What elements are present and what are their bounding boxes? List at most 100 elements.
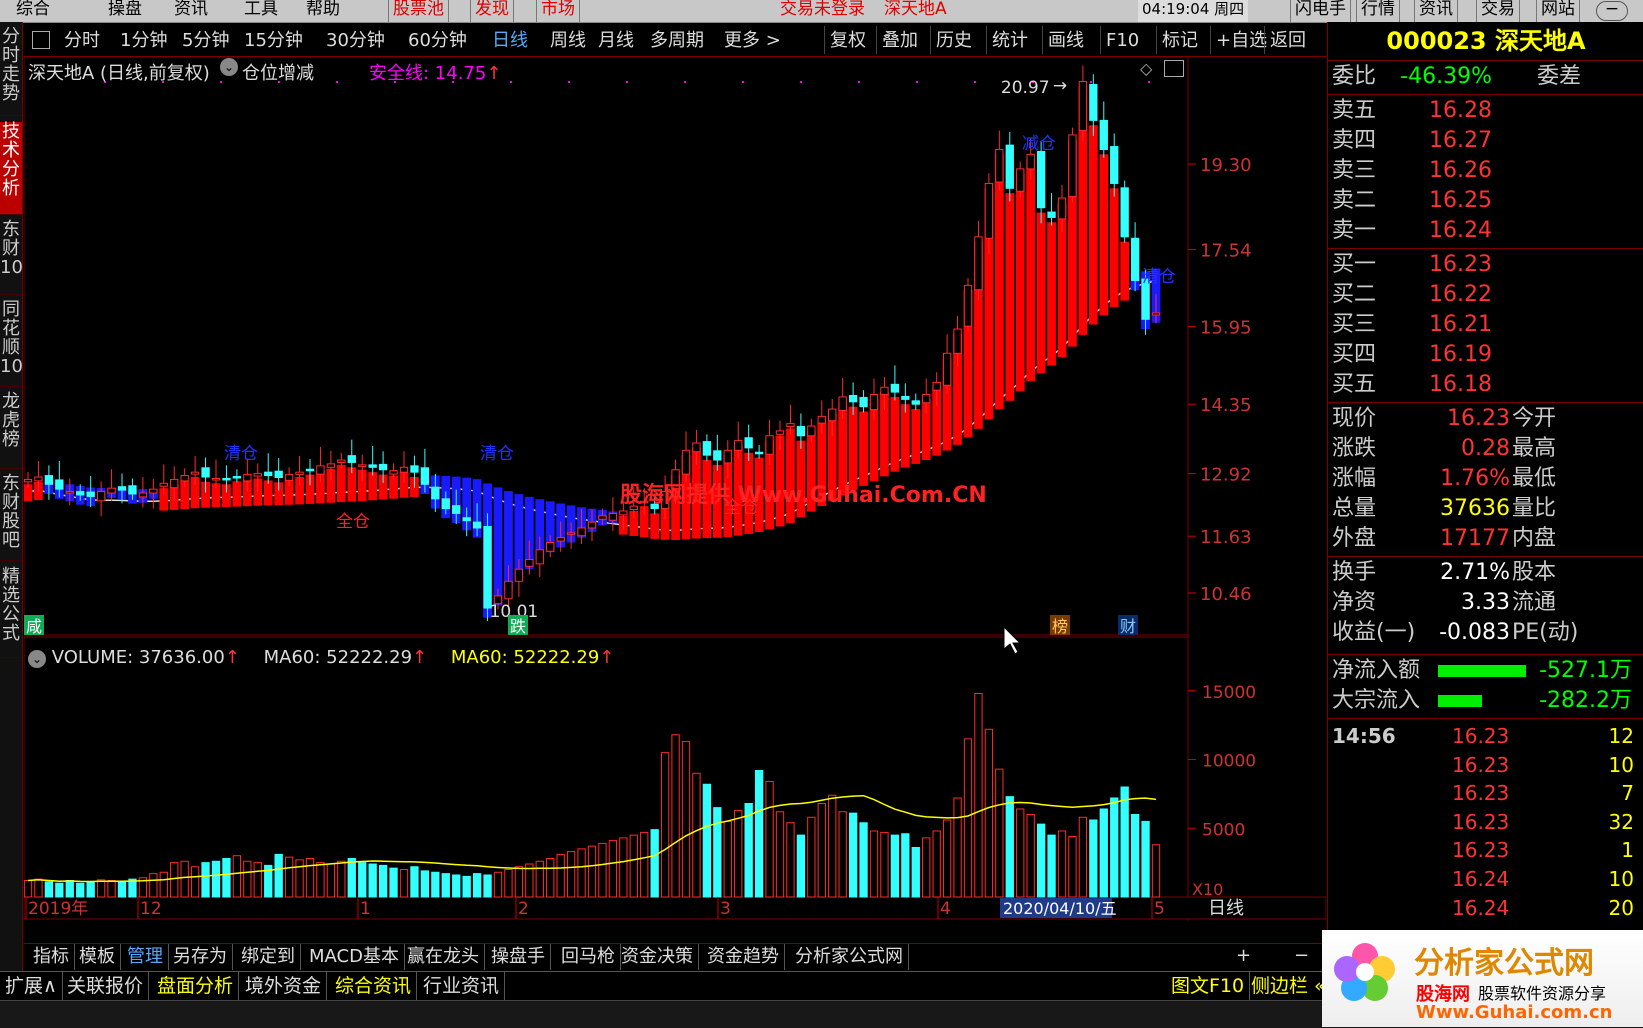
sell-price: 16.26	[1429, 158, 1492, 183]
toolbar-action-7[interactable]: +自选	[1216, 28, 1267, 54]
formula-tab-3[interactable]: 另存为	[168, 944, 233, 970]
formula-tab-6[interactable]: 赢在龙头	[402, 944, 485, 970]
menu-0[interactable]: 综合	[12, 0, 54, 22]
menu-right-4[interactable]: 网站	[1536, 0, 1580, 22]
toolbar-action-6[interactable]: 标记	[1162, 28, 1198, 54]
toolbar-action-4[interactable]: 画线	[1048, 28, 1084, 54]
buy-level[interactable]: 买一 16.23	[1332, 250, 1632, 280]
login-status[interactable]: 交易未登录	[776, 0, 869, 22]
volume-bar	[577, 848, 586, 898]
formula-tab-5[interactable]: MACD基本	[304, 944, 405, 970]
position-band-bar	[1088, 125, 1098, 325]
chevron-down-icon[interactable]: ⌄	[220, 58, 238, 76]
buy-level[interactable]: 买四 16.19	[1332, 340, 1632, 370]
menu-right-3[interactable]: 交易	[1476, 0, 1520, 22]
side-action-0[interactable]: 图文F10	[1166, 972, 1251, 1000]
info-tab-4[interactable]: 综合资讯	[330, 972, 418, 1000]
sell-level[interactable]: 卖二 16.25	[1332, 186, 1632, 216]
period-tab-6[interactable]: 日线	[492, 28, 528, 54]
left-tab-6[interactable]: 精选公式	[0, 567, 22, 658]
menu-red-2[interactable]: 市场	[536, 0, 580, 22]
zoom-in-button[interactable]: +	[1236, 945, 1251, 966]
left-tab-4[interactable]: 龙虎榜	[0, 392, 22, 469]
candle-body	[368, 464, 377, 468]
volume-bar	[702, 783, 712, 898]
menu-1[interactable]: 操盘	[104, 0, 146, 22]
toolbar-action-1[interactable]: 叠加	[882, 28, 918, 54]
period-tab-9[interactable]: 多周期	[650, 28, 704, 54]
toolbar-action-3[interactable]: 统计	[992, 28, 1028, 54]
left-tab-5[interactable]: 东财股吧	[0, 474, 22, 561]
info-tab-2[interactable]: 盘面分析	[152, 972, 240, 1000]
info-tab-3[interactable]: 境外资金	[240, 972, 328, 1000]
period-tab-5[interactable]: 60分钟	[408, 28, 467, 54]
left-tab-2[interactable]: 东财10	[0, 220, 23, 295]
position-annotation: 减仓	[1022, 134, 1056, 154]
period-tab-7[interactable]: 周线	[550, 28, 586, 54]
position-band-bar	[994, 154, 1004, 410]
period-tab-1[interactable]: 1分钟	[120, 28, 167, 54]
period-tab-3[interactable]: 15分钟	[244, 28, 303, 54]
stock-header: 000023 深天地A	[1328, 24, 1643, 58]
side-action-1[interactable]: 侧边栏 «	[1246, 972, 1332, 1000]
safety-dot	[684, 81, 686, 83]
volume-bar	[253, 862, 262, 898]
menu-right-0[interactable]: 闪电手	[1290, 0, 1351, 22]
period-tab-2[interactable]: 5分钟	[182, 28, 229, 54]
formula-tab-7[interactable]: 操盘手	[486, 944, 551, 970]
menu-4[interactable]: 帮助	[302, 0, 344, 22]
candle-body	[546, 542, 555, 552]
toolbar-action-8[interactable]: 返回	[1270, 28, 1306, 54]
formula-tab-9[interactable]: 资金决策	[616, 944, 699, 970]
toolbar-action-5[interactable]: F10	[1106, 28, 1139, 54]
diamond-icon[interactable]: ◇	[1140, 59, 1152, 78]
info-tab-0[interactable]: 扩展∧	[0, 972, 63, 1000]
formula-tab-10[interactable]: 资金趋势	[702, 944, 785, 970]
kline-chart-area[interactable]: 19.30 17.54 15.95 14.35 12.92 11.63 10.46 15000…	[24, 57, 1326, 921]
menu-3[interactable]: 工具	[240, 0, 282, 22]
volume-bar	[431, 871, 440, 898]
zoom-out-button[interactable]: −	[1294, 945, 1309, 966]
menu-right-1[interactable]: 行情	[1356, 0, 1400, 22]
menu-right-2[interactable]: 资讯	[1414, 0, 1458, 22]
buy-level[interactable]: 买五 16.18	[1332, 370, 1632, 400]
toolbar-action-2[interactable]: 历史	[936, 28, 972, 54]
buy-level[interactable]: 买二 16.22	[1332, 280, 1632, 310]
window-toggle-icon[interactable]	[32, 31, 50, 49]
period-tab-10[interactable]: 更多 >	[724, 28, 781, 54]
sell-level[interactable]: 卖三 16.26	[1332, 156, 1632, 186]
minimize-icon[interactable]: −	[1596, 1, 1628, 21]
tick-row: 16.24 10	[1332, 865, 1638, 893]
tick-row: 16.23 1	[1332, 836, 1638, 864]
formula-tab-2[interactable]: 管理	[122, 944, 169, 970]
left-tab-0[interactable]: 分时走势	[0, 27, 22, 116]
formula-tab-0[interactable]: 指标	[28, 944, 75, 970]
sell-level[interactable]: 卖五 16.28	[1332, 96, 1632, 126]
chart-title: 深天地A (日线,前复权)	[28, 63, 210, 84]
info-tab-5[interactable]: 行业资讯	[418, 972, 506, 1000]
period-tab-8[interactable]: 月线	[598, 28, 634, 54]
toolbar-action-0[interactable]: 复权	[830, 28, 866, 54]
info-tab-1[interactable]: 关联报价	[62, 972, 150, 1000]
volume-bar	[1068, 836, 1077, 898]
volume-bar	[378, 864, 388, 898]
left-tab-1[interactable]: 技术分析	[0, 122, 22, 215]
candle-body	[953, 328, 962, 354]
sell-level[interactable]: 卖一 16.24	[1332, 216, 1632, 246]
buy-level[interactable]: 买三 16.21	[1332, 310, 1632, 340]
formula-tab-8[interactable]: 回马枪	[556, 944, 621, 970]
menu-red-0[interactable]: 股票池	[388, 0, 449, 22]
indicator-name[interactable]: 仓位增减	[242, 59, 314, 85]
sell-level[interactable]: 卖四 16.27	[1332, 126, 1632, 156]
period-tab-4[interactable]: 30分钟	[326, 28, 385, 54]
chevron-down-icon[interactable]: ⌄	[28, 650, 46, 668]
left-tab-3[interactable]: 同花顺10	[0, 300, 23, 387]
candle-body	[34, 476, 43, 482]
formula-tab-11[interactable]: 分析家公式网	[790, 944, 909, 970]
formula-tab-1[interactable]: 模板	[74, 944, 121, 970]
formula-tab-4[interactable]: 绑定到	[236, 944, 301, 970]
menu-2[interactable]: 资讯	[170, 0, 212, 22]
menu-red-1[interactable]: 发现	[470, 0, 514, 22]
period-tab-0[interactable]: 分时	[64, 28, 100, 54]
panel-toggle-icon[interactable]	[1164, 60, 1184, 77]
